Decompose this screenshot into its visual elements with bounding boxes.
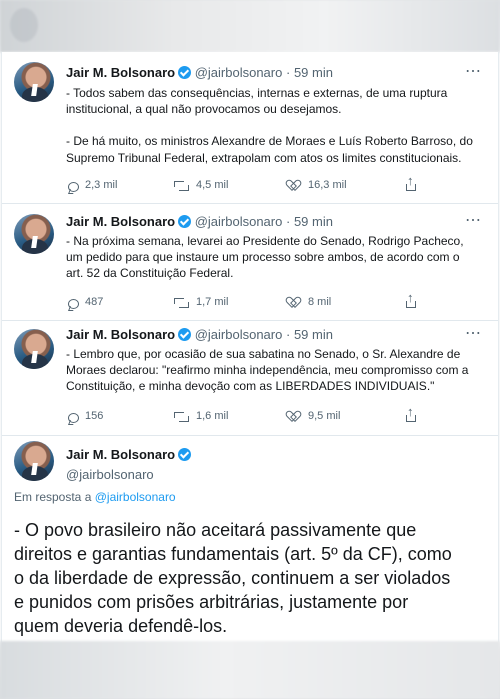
reply-handle-link[interactable]: @jairbolsonaro (95, 490, 176, 504)
verified-badge-icon (178, 66, 192, 79)
blurred-avatar-shape (10, 8, 38, 42)
main-tweet-line: e punidos com prisões arbitrárias, justa… (14, 592, 409, 612)
author-handle[interactable]: @jairbolsonaro (195, 65, 283, 80)
tweet-time[interactable]: 59 min (294, 214, 333, 229)
like-icon (288, 179, 302, 192)
tweet-line: institucional, a qual não provocamos ou … (66, 102, 342, 117)
like-button[interactable]: 9,5 mil (288, 407, 340, 425)
tweet-text: - Lembro que, por ocasião de sua sabatin… (66, 346, 482, 395)
tweet-line: - Todos sabem das consequências, interna… (66, 86, 448, 100)
tweet-header: Jair M. Bolsonaro @jairbolsonaro · 59 mi… (66, 63, 482, 82)
retweet-button[interactable]: 1,6 mil (173, 407, 228, 425)
tweet-thread: Jair M. Bolsonaro @jairbolsonaro · 59 mi… (1, 52, 499, 642)
retweet-button[interactable]: 1,7 mil (173, 293, 228, 311)
like-icon (288, 410, 302, 423)
author-avatar[interactable] (14, 441, 54, 481)
main-tweet-text: - O povo brasileiro não aceitará passiva… (14, 518, 482, 638)
tweet-line: Supremo Tribunal Federal, extrapolam com… (66, 150, 462, 165)
author-handle[interactable]: @jairbolsonaro (195, 327, 283, 342)
tweet-actions: 2,3 mil 4,5 mil 16,3 mil (66, 173, 446, 194)
author-handle[interactable]: @jairbolsonaro (195, 214, 283, 229)
tweet-text: - Todos sabem das consequências, interna… (66, 85, 482, 166)
tweet-card[interactable]: Jair M. Bolsonaro @jairbolsonaro · 59 mi… (2, 52, 498, 204)
reply-context: Em resposta a @jairbolsonaro (14, 490, 176, 504)
like-count: 9,5 mil (308, 410, 341, 422)
author-name[interactable]: Jair M. Bolsonaro (66, 447, 175, 462)
separator-dot: · (285, 327, 291, 342)
share-icon (404, 290, 418, 309)
author-name[interactable]: Jair M. Bolsonaro (66, 327, 175, 342)
reply-prefix: Em resposta a (14, 490, 92, 504)
separator-dot: · (285, 214, 291, 229)
tweet-header: Jair M. Bolsonaro @jairbolsonaro · 59 mi… (66, 212, 482, 231)
reply-icon (68, 413, 79, 423)
more-options-icon[interactable]: ⋯ (465, 212, 482, 230)
retweet-count: 1,7 mil (196, 296, 229, 308)
main-tweet-line: quem deveria defendê-los. (14, 616, 228, 636)
author-avatar[interactable] (14, 329, 54, 369)
reply-button[interactable]: 2,3 mil (66, 176, 117, 194)
verified-badge-icon (178, 215, 192, 228)
reply-icon (68, 299, 79, 309)
tweet-card[interactable]: Jair M. Bolsonaro @jairbolsonaro · 59 mi… (2, 204, 498, 321)
like-count: 8 mil (308, 296, 332, 308)
tweet-line: - Lembro que, por ocasião de sua sabatin… (66, 347, 461, 361)
retweet-icon (173, 411, 190, 423)
like-button[interactable]: 8 mil (288, 293, 331, 311)
reply-button[interactable]: 156 (66, 407, 103, 425)
tweet-actions: 487 1,7 mil 8 mil (66, 290, 446, 311)
blurred-bottom-background (0, 641, 500, 699)
author-avatar[interactable] (14, 62, 54, 102)
main-tweet-line: - O povo brasileiro não aceitará passiva… (14, 520, 417, 540)
author-name[interactable]: Jair M. Bolsonaro (66, 65, 175, 80)
share-button[interactable] (404, 404, 424, 425)
share-button[interactable] (404, 290, 424, 311)
main-tweet-line: direitos e garantias fundamentais (art. … (14, 544, 452, 564)
separator-dot: · (285, 65, 291, 80)
tweet-actions: 156 1,6 mil 9,5 mil (66, 404, 446, 425)
verified-badge-icon (178, 328, 192, 341)
tweet-line: - De há muito, os ministros Alexandre de… (66, 134, 473, 149)
main-tweet-header: Jair M. Bolsonaro @jairbolsonaro (66, 446, 482, 484)
reply-icon (68, 182, 79, 192)
reply-count: 2,3 mil (85, 179, 118, 191)
tweet-line: - Na próxima semana, levarei ao Presiden… (66, 234, 464, 248)
tweet-line: um pedido para que instaure um processo … (66, 250, 460, 265)
blurred-top-background (0, 0, 500, 52)
twitter-screenshot: Jair M. Bolsonaro @jairbolsonaro · 59 mi… (0, 0, 500, 699)
tweet-empty-line (66, 117, 482, 133)
retweet-count: 4,5 mil (196, 179, 229, 191)
share-icon (404, 173, 418, 192)
like-count: 16,3 mil (308, 179, 347, 191)
verified-badge-icon (178, 448, 192, 461)
more-options-icon[interactable]: ⋯ (465, 63, 482, 81)
tweet-line: Constituição, e minha devoção com as LIB… (66, 379, 435, 394)
reply-count: 156 (85, 410, 104, 422)
author-name[interactable]: Jair M. Bolsonaro (66, 214, 175, 229)
retweet-button[interactable]: 4,5 mil (173, 176, 228, 194)
retweet-icon (173, 297, 190, 309)
share-button[interactable] (404, 173, 424, 194)
more-options-icon[interactable]: ⋯ (465, 325, 482, 343)
tweet-line: art. 52 da Constituição Federal. (66, 266, 234, 281)
reply-button[interactable]: 487 (66, 293, 103, 311)
retweet-icon (173, 180, 190, 192)
tweet-time[interactable]: 59 min (294, 327, 333, 342)
like-icon (288, 296, 302, 309)
tweet-card[interactable]: Jair M. Bolsonaro @jairbolsonaro · 59 mi… (2, 321, 498, 436)
author-avatar[interactable] (14, 214, 54, 254)
main-tweet-line: o da liberdade de expressão, continuem a… (14, 568, 451, 588)
tweet-time[interactable]: 59 min (294, 65, 333, 80)
tweet-line: Moraes declarou: "reafirmo minha indepen… (66, 363, 469, 378)
like-button[interactable]: 16,3 mil (288, 176, 347, 194)
author-handle[interactable]: @jairbolsonaro (66, 466, 482, 484)
share-icon (404, 404, 418, 423)
tweet-text: - Na próxima semana, levarei ao Presiden… (66, 233, 482, 282)
retweet-count: 1,6 mil (196, 410, 229, 422)
tweet-header: Jair M. Bolsonaro @jairbolsonaro · 59 mi… (66, 325, 482, 344)
reply-count: 487 (85, 296, 104, 308)
